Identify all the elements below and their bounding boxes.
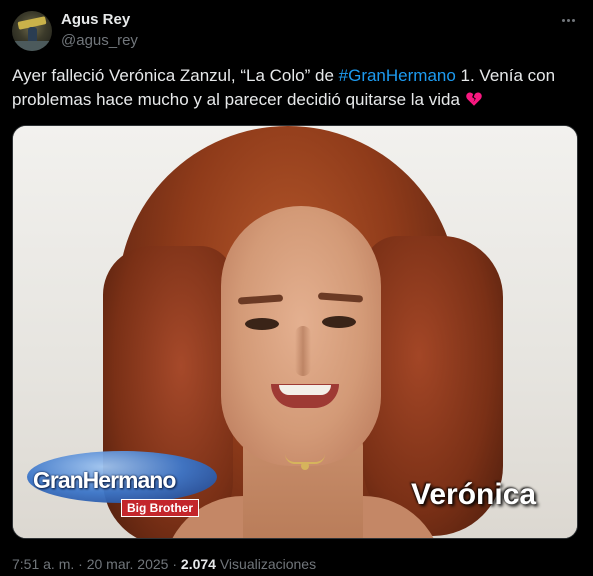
views-count: 2.074 [180, 556, 216, 572]
views-label: Visualizaciones [215, 556, 317, 572]
tweet: Agus Rey @agus_rey Ayer falleció Verónic… [0, 0, 593, 576]
image-caption: Verónica [411, 478, 537, 511]
show-logo: GranHermano Big Brother [27, 451, 217, 521]
tweet-image[interactable]: GranHermano Big Brother Verónica [12, 125, 578, 539]
tweet-text-part: Ayer falleció Verónica Zanzul, “La Colo”… [12, 66, 339, 85]
tweet-meta: 7:51 a. m. · 20 mar. 2025 · 2.074 Visual… [12, 556, 316, 572]
logo-text: GranHermano [33, 467, 176, 493]
tweet-text: Ayer falleció Verónica Zanzul, “La Colo”… [12, 64, 584, 115]
tweet-time[interactable]: 7:51 a. m. [12, 556, 74, 572]
logo-badge: Big Brother [121, 499, 199, 517]
avatar[interactable] [12, 11, 52, 51]
tweet-date[interactable]: 20 mar. 2025 [87, 556, 169, 572]
hashtag-link[interactable]: #GranHermano [339, 66, 456, 85]
meta-separator: · [74, 556, 87, 572]
broken-heart-icon [465, 90, 483, 115]
author-name[interactable]: Agus Rey [61, 11, 130, 28]
author-handle[interactable]: @agus_rey [61, 32, 138, 49]
more-options-icon[interactable] [557, 10, 579, 30]
meta-separator: · [168, 556, 181, 572]
